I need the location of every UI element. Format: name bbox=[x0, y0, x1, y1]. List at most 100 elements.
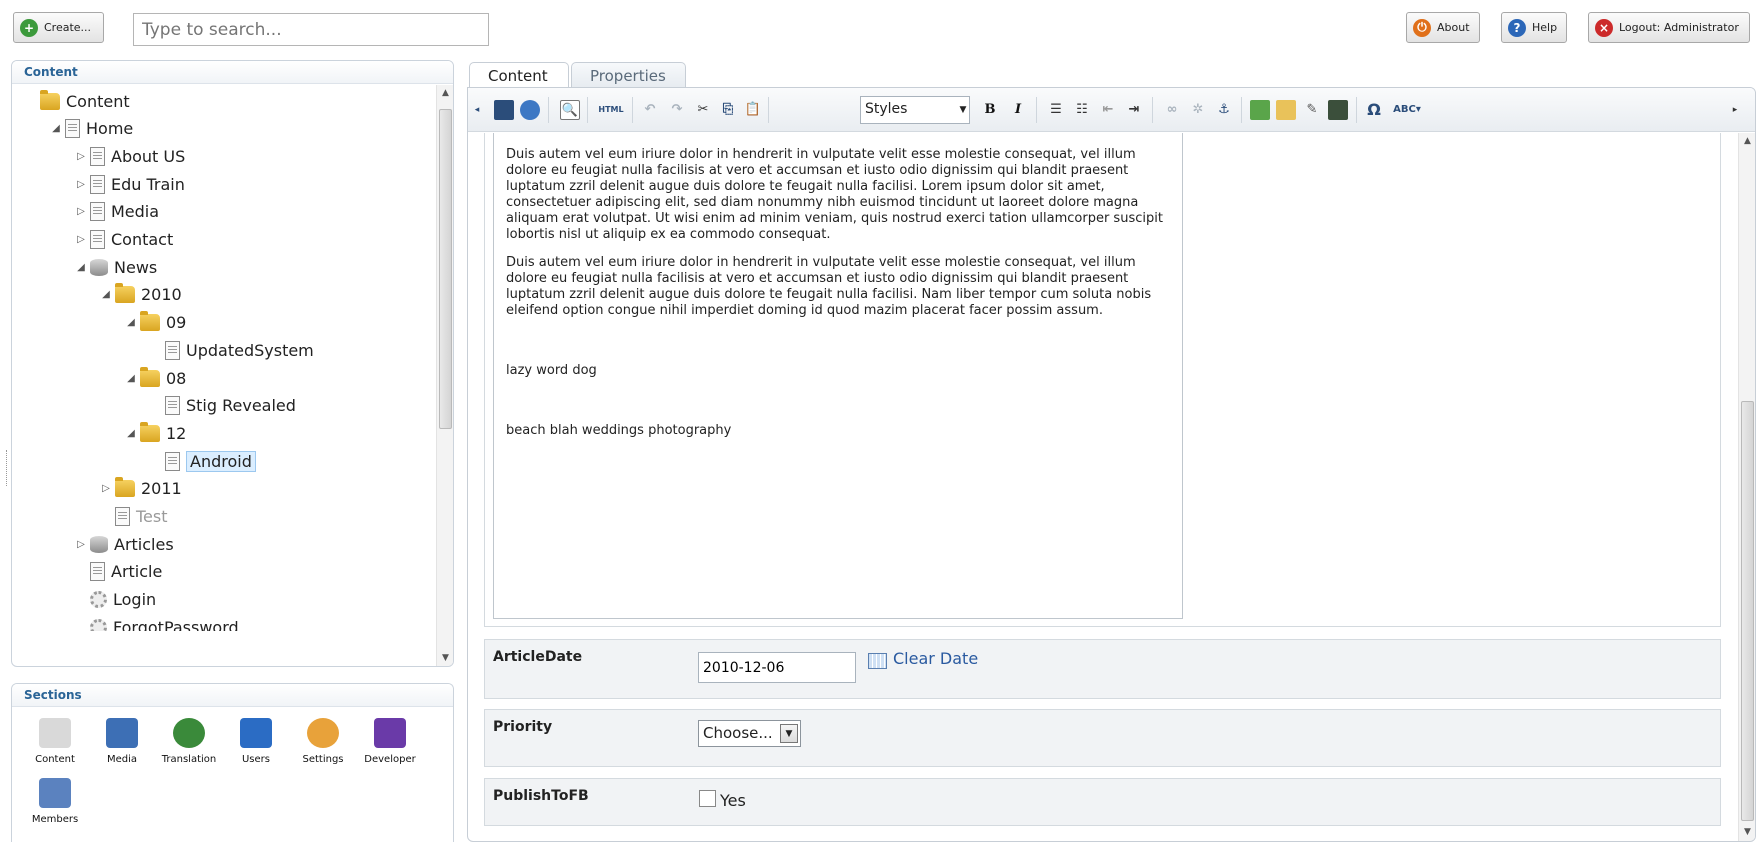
rich-text-editor[interactable]: Duis autem vel eum iriure dolor in hendr… bbox=[493, 133, 1183, 619]
editor-scrollbar[interactable]: ▲ ▼ bbox=[1738, 133, 1755, 841]
folder-icon bbox=[140, 366, 160, 387]
link-icon[interactable]: ∞ bbox=[1162, 100, 1182, 120]
outdent-icon[interactable]: ⇤ bbox=[1098, 100, 1118, 120]
logout-button[interactable]: × Logout: Administrator bbox=[1588, 12, 1750, 43]
insert-macro-icon[interactable] bbox=[1276, 100, 1296, 120]
toolbar-right-arrow-icon[interactable]: ▸ bbox=[1730, 100, 1740, 120]
top-bar: + Create... ⏻ About ? Help × Logout: Adm… bbox=[0, 0, 1756, 56]
section-label: Translation bbox=[161, 754, 217, 765]
publish-to-fb-checkbox[interactable] bbox=[699, 790, 716, 807]
tree-node[interactable]: ▷ Edu Train bbox=[74, 172, 185, 196]
save-icon[interactable] bbox=[494, 100, 514, 120]
bold-icon[interactable]: B bbox=[980, 100, 1000, 120]
collapse-arrow-icon[interactable]: ◢ bbox=[74, 262, 88, 273]
tree-node[interactable]: ◢ News bbox=[74, 255, 157, 279]
section-users[interactable]: Users bbox=[225, 718, 287, 765]
preview-icon[interactable]: 🔍 bbox=[560, 100, 580, 120]
tree-node[interactable]: Stig Revealed bbox=[149, 394, 296, 418]
expand-arrow-icon[interactable]: ▷ bbox=[74, 234, 88, 245]
search-input[interactable] bbox=[133, 13, 489, 46]
italic-icon[interactable]: I bbox=[1008, 100, 1028, 120]
scroll-down-arrow-icon[interactable]: ▼ bbox=[437, 650, 453, 666]
tree-node[interactable]: Content bbox=[24, 89, 130, 113]
tree-scrollbar[interactable]: ▲ ▼ bbox=[436, 85, 453, 666]
section-translation[interactable]: Translation bbox=[158, 718, 220, 765]
tree-node[interactable]: Article bbox=[74, 560, 162, 584]
article-date-input[interactable] bbox=[698, 652, 856, 683]
collapse-arrow-icon[interactable]: ◢ bbox=[99, 289, 113, 300]
section-developer[interactable]: Developer bbox=[359, 718, 421, 765]
tree-node[interactable]: UpdatedSystem bbox=[149, 338, 314, 362]
section-members[interactable]: Members bbox=[24, 778, 86, 825]
toolbar-left-arrow-icon[interactable]: ◂ bbox=[472, 100, 482, 120]
tree-node[interactable]: ◢ Home bbox=[49, 117, 133, 141]
indent-icon[interactable]: ⇥ bbox=[1124, 100, 1144, 120]
special-character-icon[interactable]: Ω bbox=[1364, 100, 1384, 120]
tree-node[interactable]: ▷ About US bbox=[74, 144, 185, 168]
expand-arrow-icon[interactable]: ▷ bbox=[74, 539, 88, 550]
user-icon bbox=[240, 718, 272, 748]
tree-node-label: Test bbox=[136, 507, 168, 526]
cut-icon[interactable]: ✂ bbox=[693, 100, 713, 120]
content-tree: Content ◢ Home ▷ About US ▷ Edu Train ▷ Media ▷ Co… bbox=[12, 85, 432, 631]
tree-node[interactable]: Login bbox=[74, 588, 156, 612]
collapse-arrow-icon[interactable]: ◢ bbox=[124, 428, 138, 439]
redo-icon[interactable]: ↷ bbox=[667, 100, 687, 120]
about-button[interactable]: ⏻ About bbox=[1406, 12, 1480, 43]
expand-arrow-icon[interactable]: ▷ bbox=[74, 206, 88, 217]
tab-content[interactable]: Content bbox=[469, 62, 569, 89]
insert-media-icon[interactable] bbox=[1328, 100, 1348, 120]
scroll-down-arrow-icon[interactable]: ▼ bbox=[1739, 824, 1755, 841]
paste-icon[interactable]: 📋 bbox=[743, 100, 763, 120]
clear-date-link[interactable]: Clear Date bbox=[893, 649, 978, 668]
panel-resize-grip[interactable] bbox=[6, 450, 8, 486]
collapse-arrow-icon[interactable]: ◢ bbox=[49, 123, 63, 134]
tree-node-label: 09 bbox=[166, 313, 187, 333]
save-and-publish-icon[interactable] bbox=[520, 100, 540, 120]
tree-node[interactable]: Android bbox=[149, 449, 256, 473]
tree-node[interactable]: ForgotPassword bbox=[74, 615, 239, 631]
help-button[interactable]: ? Help bbox=[1501, 12, 1567, 43]
collapse-arrow-icon[interactable]: ◢ bbox=[124, 373, 138, 384]
numbered-list-icon[interactable]: ☷ bbox=[1072, 100, 1092, 120]
html-source-button[interactable]: HTML bbox=[596, 100, 626, 120]
calendar-icon[interactable] bbox=[868, 653, 887, 669]
collapse-arrow-icon[interactable]: ◢ bbox=[124, 317, 138, 328]
anchor-icon[interactable]: ⚓ bbox=[1214, 100, 1234, 120]
body-paragraph-1: Duis autem vel eum iriure dolor in hendr… bbox=[506, 147, 1163, 242]
section-settings[interactable]: Settings bbox=[292, 718, 354, 765]
tree-node[interactable]: Test bbox=[99, 505, 168, 529]
expand-arrow-icon[interactable]: ▷ bbox=[99, 483, 113, 494]
editor-scrollbar-thumb[interactable] bbox=[1741, 401, 1754, 821]
spellcheck-icon[interactable]: ABC▾ bbox=[1390, 100, 1424, 120]
body-paragraph-4: beach blah weddings photography bbox=[506, 423, 732, 438]
scroll-up-arrow-icon[interactable]: ▲ bbox=[437, 85, 453, 102]
priority-select[interactable]: Choose... ▼ bbox=[698, 720, 801, 747]
bullet-list-icon[interactable]: ☰ bbox=[1046, 100, 1066, 120]
scroll-up-arrow-icon[interactable]: ▲ bbox=[1739, 133, 1755, 150]
section-media[interactable]: Media bbox=[91, 718, 153, 765]
insert-image-icon[interactable] bbox=[1250, 100, 1270, 120]
tree-node[interactable]: ◢ 09 bbox=[124, 311, 186, 335]
undo-icon[interactable]: ↶ bbox=[640, 100, 660, 120]
tree-node[interactable]: ◢ 2010 bbox=[99, 283, 182, 307]
unlink-icon[interactable]: ✲ bbox=[1188, 100, 1208, 120]
tree-node[interactable]: ◢ 08 bbox=[124, 366, 186, 390]
publish-to-fb-label: PublishToFB bbox=[493, 788, 589, 804]
tree-node[interactable]: ▷ Media bbox=[74, 200, 159, 224]
create-button[interactable]: + Create... bbox=[13, 12, 104, 43]
tree-scrollbar-thumb[interactable] bbox=[439, 109, 452, 429]
expand-arrow-icon[interactable]: ▷ bbox=[74, 151, 88, 162]
tree-node[interactable]: ▷ 2011 bbox=[99, 477, 182, 501]
tree-node[interactable]: ◢ 12 bbox=[124, 421, 186, 445]
copy-icon[interactable]: ⎘ bbox=[718, 100, 738, 120]
styles-dropdown[interactable]: Styles ▼ bbox=[860, 96, 970, 124]
expand-arrow-icon[interactable]: ▷ bbox=[74, 179, 88, 190]
section-content[interactable]: Content bbox=[24, 718, 86, 765]
document-icon bbox=[90, 174, 105, 194]
insert-form-icon[interactable]: ✎ bbox=[1302, 100, 1322, 120]
tree-node[interactable]: ▷ Articles bbox=[74, 532, 174, 556]
tree-node-label: Android bbox=[186, 450, 256, 472]
tree-node[interactable]: ▷ Contact bbox=[74, 228, 173, 252]
tab-properties[interactable]: Properties bbox=[571, 62, 686, 88]
